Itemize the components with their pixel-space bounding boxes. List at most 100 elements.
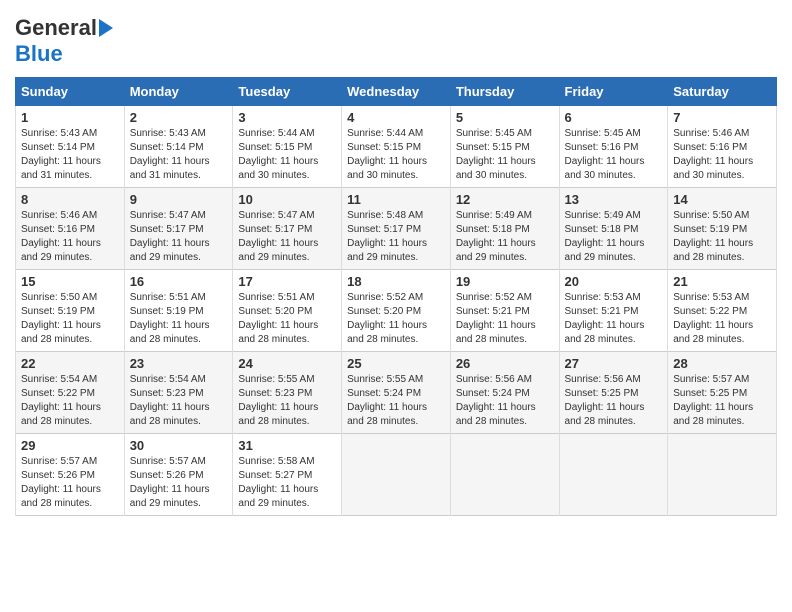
day-number: 10 bbox=[238, 192, 336, 207]
weekday-header-thursday: Thursday bbox=[450, 78, 559, 106]
day-number: 3 bbox=[238, 110, 336, 125]
day-number: 11 bbox=[347, 192, 445, 207]
weekday-header-row: SundayMondayTuesdayWednesdayThursdayFrid… bbox=[16, 78, 777, 106]
calendar-cell: 20 Sunrise: 5:53 AMSunset: 5:21 PMDaylig… bbox=[559, 270, 668, 352]
day-info: Sunrise: 5:52 AMSunset: 5:20 PMDaylight:… bbox=[347, 292, 427, 345]
day-info: Sunrise: 5:52 AMSunset: 5:21 PMDaylight:… bbox=[456, 292, 536, 345]
weekday-header-sunday: Sunday bbox=[16, 78, 125, 106]
day-info: Sunrise: 5:43 AMSunset: 5:14 PMDaylight:… bbox=[21, 128, 101, 181]
calendar-cell: 27 Sunrise: 5:56 AMSunset: 5:25 PMDaylig… bbox=[559, 352, 668, 434]
calendar-cell: 25 Sunrise: 5:55 AMSunset: 5:24 PMDaylig… bbox=[342, 352, 451, 434]
calendar-cell: 15 Sunrise: 5:50 AMSunset: 5:19 PMDaylig… bbox=[16, 270, 125, 352]
calendar-week-3: 15 Sunrise: 5:50 AMSunset: 5:19 PMDaylig… bbox=[16, 270, 777, 352]
calendar-week-5: 29 Sunrise: 5:57 AMSunset: 5:26 PMDaylig… bbox=[16, 434, 777, 516]
day-number: 12 bbox=[456, 192, 554, 207]
day-info: Sunrise: 5:54 AMSunset: 5:22 PMDaylight:… bbox=[21, 374, 101, 427]
day-info: Sunrise: 5:57 AMSunset: 5:26 PMDaylight:… bbox=[130, 456, 210, 509]
day-info: Sunrise: 5:56 AMSunset: 5:24 PMDaylight:… bbox=[456, 374, 536, 427]
calendar-cell: 2 Sunrise: 5:43 AMSunset: 5:14 PMDayligh… bbox=[124, 106, 233, 188]
calendar-cell: 19 Sunrise: 5:52 AMSunset: 5:21 PMDaylig… bbox=[450, 270, 559, 352]
calendar-cell: 10 Sunrise: 5:47 AMSunset: 5:17 PMDaylig… bbox=[233, 188, 342, 270]
day-number: 8 bbox=[21, 192, 119, 207]
calendar-cell: 21 Sunrise: 5:53 AMSunset: 5:22 PMDaylig… bbox=[668, 270, 777, 352]
day-number: 7 bbox=[673, 110, 771, 125]
day-number: 24 bbox=[238, 356, 336, 371]
day-number: 16 bbox=[130, 274, 228, 289]
day-info: Sunrise: 5:50 AMSunset: 5:19 PMDaylight:… bbox=[673, 210, 753, 263]
day-number: 5 bbox=[456, 110, 554, 125]
day-info: Sunrise: 5:57 AMSunset: 5:25 PMDaylight:… bbox=[673, 374, 753, 427]
day-number: 25 bbox=[347, 356, 445, 371]
logo: General Blue bbox=[15, 15, 113, 67]
calendar-week-2: 8 Sunrise: 5:46 AMSunset: 5:16 PMDayligh… bbox=[16, 188, 777, 270]
calendar-cell: 22 Sunrise: 5:54 AMSunset: 5:22 PMDaylig… bbox=[16, 352, 125, 434]
calendar-table: SundayMondayTuesdayWednesdayThursdayFrid… bbox=[15, 77, 777, 516]
weekday-header-tuesday: Tuesday bbox=[233, 78, 342, 106]
calendar-cell: 24 Sunrise: 5:55 AMSunset: 5:23 PMDaylig… bbox=[233, 352, 342, 434]
day-number: 26 bbox=[456, 356, 554, 371]
day-number: 31 bbox=[238, 438, 336, 453]
day-info: Sunrise: 5:49 AMSunset: 5:18 PMDaylight:… bbox=[565, 210, 645, 263]
calendar-cell: 11 Sunrise: 5:48 AMSunset: 5:17 PMDaylig… bbox=[342, 188, 451, 270]
day-info: Sunrise: 5:47 AMSunset: 5:17 PMDaylight:… bbox=[130, 210, 210, 263]
day-info: Sunrise: 5:51 AMSunset: 5:20 PMDaylight:… bbox=[238, 292, 318, 345]
calendar-week-1: 1 Sunrise: 5:43 AMSunset: 5:14 PMDayligh… bbox=[16, 106, 777, 188]
day-info: Sunrise: 5:51 AMSunset: 5:19 PMDaylight:… bbox=[130, 292, 210, 345]
calendar-cell: 3 Sunrise: 5:44 AMSunset: 5:15 PMDayligh… bbox=[233, 106, 342, 188]
calendar-cell: 23 Sunrise: 5:54 AMSunset: 5:23 PMDaylig… bbox=[124, 352, 233, 434]
calendar-cell bbox=[342, 434, 451, 516]
weekday-header-monday: Monday bbox=[124, 78, 233, 106]
calendar-cell: 7 Sunrise: 5:46 AMSunset: 5:16 PMDayligh… bbox=[668, 106, 777, 188]
weekday-header-wednesday: Wednesday bbox=[342, 78, 451, 106]
day-info: Sunrise: 5:46 AMSunset: 5:16 PMDaylight:… bbox=[21, 210, 101, 263]
calendar-cell: 17 Sunrise: 5:51 AMSunset: 5:20 PMDaylig… bbox=[233, 270, 342, 352]
calendar-cell: 30 Sunrise: 5:57 AMSunset: 5:26 PMDaylig… bbox=[124, 434, 233, 516]
day-info: Sunrise: 5:55 AMSunset: 5:24 PMDaylight:… bbox=[347, 374, 427, 427]
logo-general: General bbox=[15, 15, 97, 41]
calendar-cell: 26 Sunrise: 5:56 AMSunset: 5:24 PMDaylig… bbox=[450, 352, 559, 434]
day-number: 14 bbox=[673, 192, 771, 207]
day-info: Sunrise: 5:56 AMSunset: 5:25 PMDaylight:… bbox=[565, 374, 645, 427]
day-info: Sunrise: 5:44 AMSunset: 5:15 PMDaylight:… bbox=[238, 128, 318, 181]
calendar-cell: 6 Sunrise: 5:45 AMSunset: 5:16 PMDayligh… bbox=[559, 106, 668, 188]
day-number: 19 bbox=[456, 274, 554, 289]
day-info: Sunrise: 5:55 AMSunset: 5:23 PMDaylight:… bbox=[238, 374, 318, 427]
day-info: Sunrise: 5:57 AMSunset: 5:26 PMDaylight:… bbox=[21, 456, 101, 509]
logo-arrow bbox=[99, 19, 113, 37]
day-info: Sunrise: 5:50 AMSunset: 5:19 PMDaylight:… bbox=[21, 292, 101, 345]
weekday-header-friday: Friday bbox=[559, 78, 668, 106]
day-number: 4 bbox=[347, 110, 445, 125]
day-info: Sunrise: 5:49 AMSunset: 5:18 PMDaylight:… bbox=[456, 210, 536, 263]
calendar-cell: 31 Sunrise: 5:58 AMSunset: 5:27 PMDaylig… bbox=[233, 434, 342, 516]
calendar-cell bbox=[559, 434, 668, 516]
day-info: Sunrise: 5:45 AMSunset: 5:16 PMDaylight:… bbox=[565, 128, 645, 181]
day-number: 22 bbox=[21, 356, 119, 371]
day-number: 13 bbox=[565, 192, 663, 207]
day-number: 29 bbox=[21, 438, 119, 453]
calendar-cell: 14 Sunrise: 5:50 AMSunset: 5:19 PMDaylig… bbox=[668, 188, 777, 270]
calendar-cell: 16 Sunrise: 5:51 AMSunset: 5:19 PMDaylig… bbox=[124, 270, 233, 352]
day-number: 23 bbox=[130, 356, 228, 371]
calendar-cell: 8 Sunrise: 5:46 AMSunset: 5:16 PMDayligh… bbox=[16, 188, 125, 270]
calendar-cell: 1 Sunrise: 5:43 AMSunset: 5:14 PMDayligh… bbox=[16, 106, 125, 188]
day-number: 21 bbox=[673, 274, 771, 289]
day-info: Sunrise: 5:48 AMSunset: 5:17 PMDaylight:… bbox=[347, 210, 427, 263]
day-number: 1 bbox=[21, 110, 119, 125]
day-info: Sunrise: 5:53 AMSunset: 5:21 PMDaylight:… bbox=[565, 292, 645, 345]
page-header: General Blue bbox=[15, 15, 777, 67]
day-info: Sunrise: 5:46 AMSunset: 5:16 PMDaylight:… bbox=[673, 128, 753, 181]
calendar-cell: 28 Sunrise: 5:57 AMSunset: 5:25 PMDaylig… bbox=[668, 352, 777, 434]
calendar-cell: 18 Sunrise: 5:52 AMSunset: 5:20 PMDaylig… bbox=[342, 270, 451, 352]
day-info: Sunrise: 5:53 AMSunset: 5:22 PMDaylight:… bbox=[673, 292, 753, 345]
calendar-cell: 12 Sunrise: 5:49 AMSunset: 5:18 PMDaylig… bbox=[450, 188, 559, 270]
logo-blue: Blue bbox=[15, 41, 63, 66]
day-number: 20 bbox=[565, 274, 663, 289]
calendar-cell: 5 Sunrise: 5:45 AMSunset: 5:15 PMDayligh… bbox=[450, 106, 559, 188]
day-info: Sunrise: 5:45 AMSunset: 5:15 PMDaylight:… bbox=[456, 128, 536, 181]
day-number: 15 bbox=[21, 274, 119, 289]
calendar-cell bbox=[450, 434, 559, 516]
day-number: 17 bbox=[238, 274, 336, 289]
day-number: 6 bbox=[565, 110, 663, 125]
day-info: Sunrise: 5:54 AMSunset: 5:23 PMDaylight:… bbox=[130, 374, 210, 427]
day-number: 27 bbox=[565, 356, 663, 371]
